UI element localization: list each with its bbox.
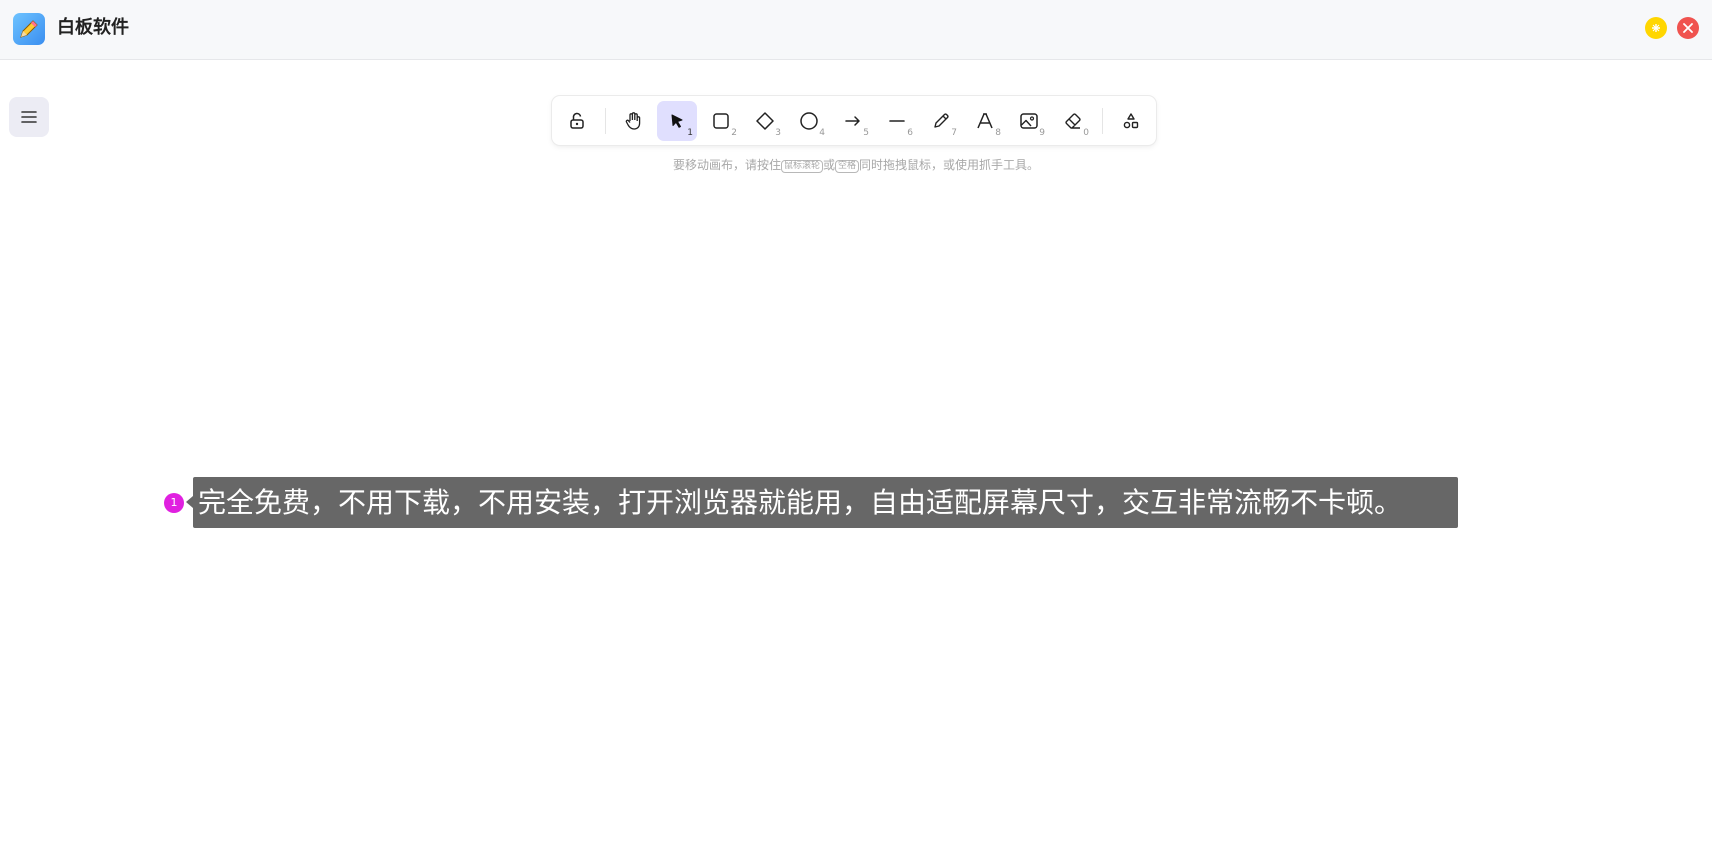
ellipse-tool-button[interactable]: 4 <box>789 101 829 141</box>
drawing-toolbar: 1 2 3 4 5 6 7 8 9 0 <box>552 96 1156 145</box>
hint-text: 要移动画布，请按住 <box>672 158 781 172</box>
tool-shortcut-key: 4 <box>819 128 825 138</box>
hamburger-menu-icon <box>21 111 37 123</box>
tool-shortcut-key: 7 <box>951 128 957 138</box>
hint-key-mouse-wheel: 鼠标滚轮 <box>780 160 823 173</box>
line-icon <box>889 120 905 122</box>
more-shapes-button[interactable] <box>1111 101 1151 141</box>
close-button[interactable] <box>1677 17 1699 39</box>
eraser-tool-button[interactable]: 0 <box>1053 101 1093 141</box>
tool-shortcut-key: 5 <box>863 128 869 138</box>
tool-shortcut-key: 6 <box>907 128 913 138</box>
lock-tool-button[interactable] <box>557 101 597 141</box>
pencil-tool-button[interactable]: 7 <box>921 101 961 141</box>
hint-text: 同时拖拽鼠标，或使用抓手工具。 <box>859 158 1040 172</box>
tool-shortcut-key: 0 <box>1083 128 1089 138</box>
main-menu-button[interactable] <box>9 97 49 137</box>
hand-tool-button[interactable] <box>613 101 653 141</box>
text-tool-button[interactable]: 8 <box>965 101 1005 141</box>
tool-shortcut-key: 1 <box>687 128 693 138</box>
tool-shortcut-key: 2 <box>731 128 737 138</box>
pencil-app-icon <box>13 13 45 45</box>
diamond-icon <box>756 112 774 130</box>
eraser-icon <box>1065 113 1081 129</box>
pencil-icon <box>934 113 949 128</box>
hand-icon <box>625 112 641 130</box>
ellipse-icon <box>800 112 818 130</box>
app-title: 白板软件 <box>57 17 129 38</box>
diamond-tool-button[interactable]: 3 <box>745 101 785 141</box>
toolbar-separator <box>1102 108 1103 134</box>
tool-shortcut-key: 9 <box>1039 128 1045 138</box>
close-icon <box>1683 23 1693 33</box>
canvas-hint: 要移动画布，请按住 鼠标滚轮或空格 同时拖拽鼠标，或使用抓手工具。 <box>0 157 1712 173</box>
minimize-icon <box>1652 24 1660 32</box>
cursor-icon <box>671 114 683 128</box>
arrow-tool-button[interactable]: 5 <box>833 101 873 141</box>
title-bar: 白板软件 <box>0 0 1712 60</box>
caption-pointer <box>186 496 193 508</box>
hint-text: 或 <box>822 158 835 172</box>
image-icon <box>1020 113 1038 129</box>
arrow-icon <box>845 116 860 126</box>
text-icon <box>977 113 993 129</box>
toolbar-separator <box>605 108 606 134</box>
line-tool-button[interactable]: 6 <box>877 101 917 141</box>
select-tool-button[interactable]: 1 <box>657 101 697 141</box>
rectangle-icon <box>713 113 729 129</box>
tool-shortcut-key: 3 <box>775 128 781 138</box>
caption-banner: 完全免费，不用下载，不用安装，打开浏览器就能用，自由适配屏幕尺寸，交互非常流畅不… <box>193 477 1458 528</box>
tool-shortcut-key: 8 <box>995 128 1001 138</box>
minimize-button[interactable] <box>1645 17 1667 39</box>
step-marker: 1 <box>164 493 184 513</box>
unlock-icon <box>570 112 584 129</box>
hint-key-space: 空格 <box>835 160 860 173</box>
shapes-icon <box>1123 113 1139 129</box>
image-tool-button[interactable]: 9 <box>1009 101 1049 141</box>
rectangle-tool-button[interactable]: 2 <box>701 101 741 141</box>
